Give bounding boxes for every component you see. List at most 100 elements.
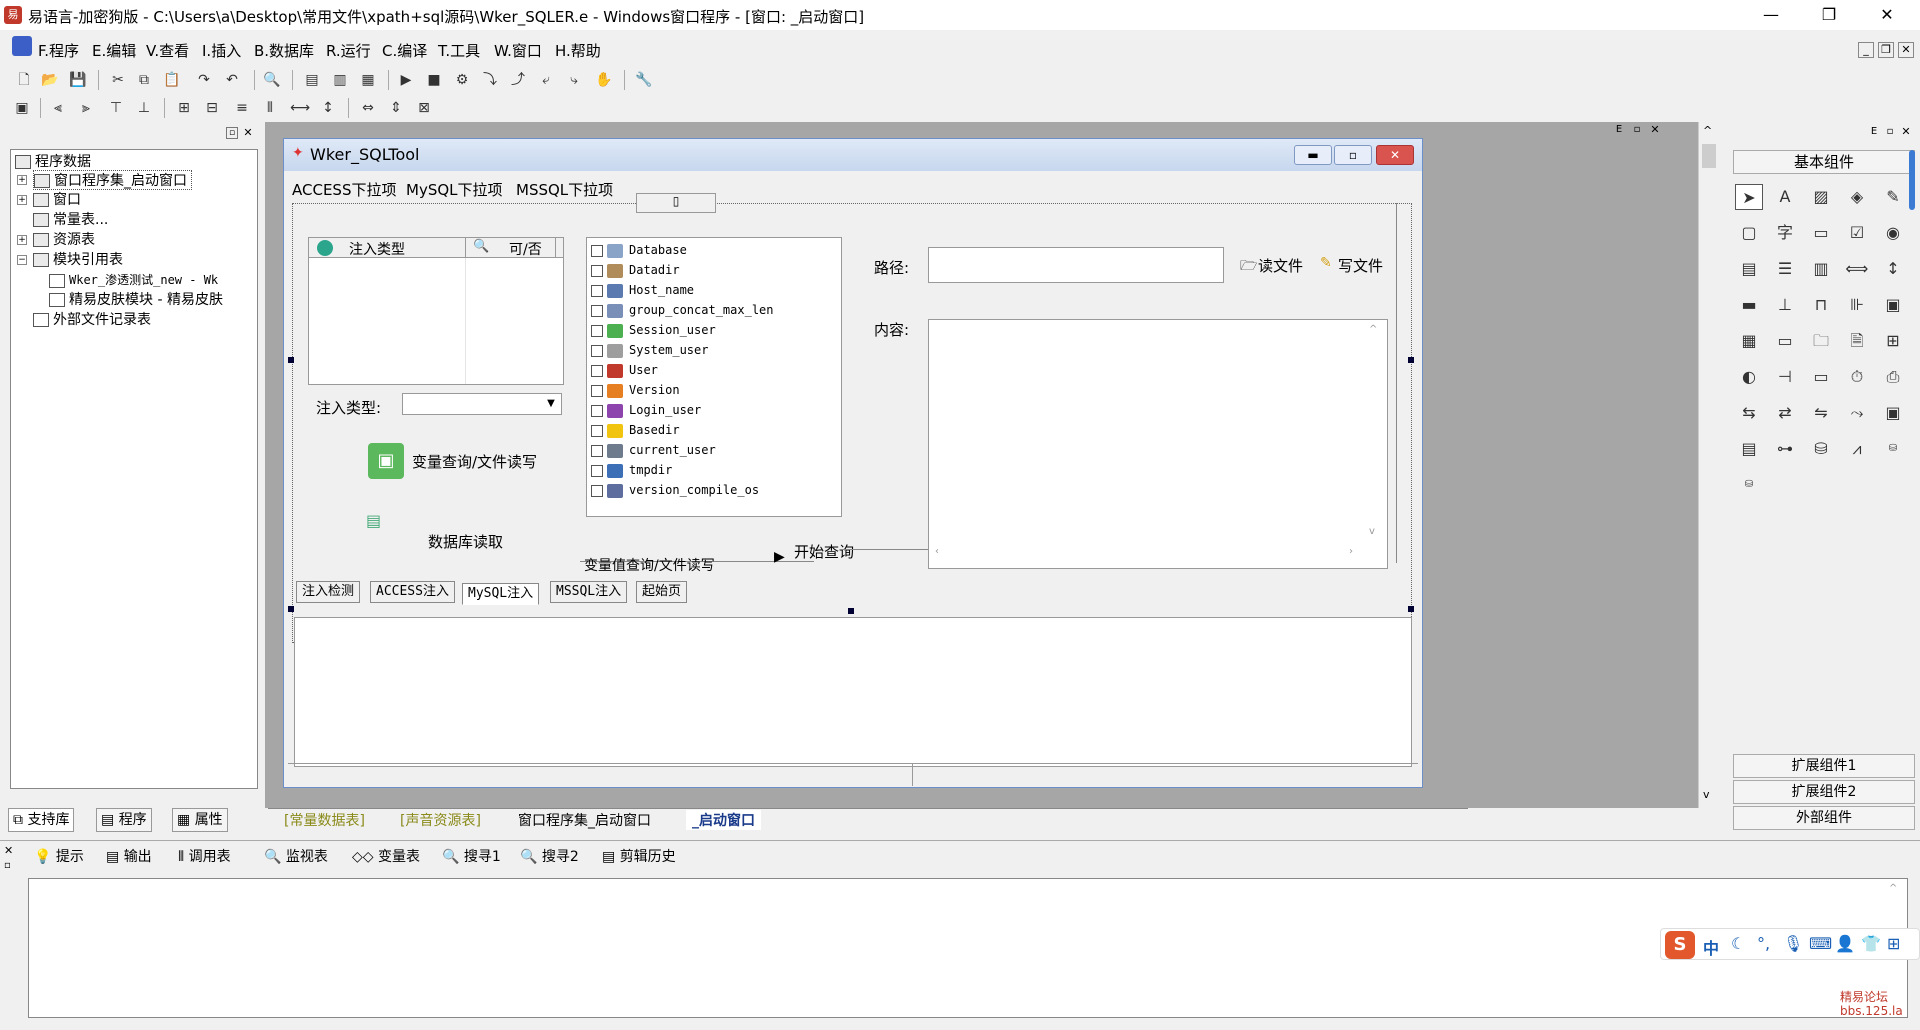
mdi-close-button[interactable]: ✕ [1898,42,1914,58]
tab-properties[interactable]: ▦ 属性 [172,808,228,832]
tab-control-icon[interactable]: ⊓ [1807,292,1835,318]
check-item-user[interactable]: User [591,360,658,380]
checkbox[interactable] [591,364,603,377]
step-into-icon[interactable]: ⤵ [480,70,500,90]
same-height-icon[interactable]: ⇕ [386,98,406,118]
checkbox[interactable] [591,444,603,457]
panel-scroll-thumb[interactable] [1909,150,1915,210]
text-icon[interactable]: 字 [1771,220,1799,246]
check-item-datadir[interactable]: Datadir [591,260,680,280]
same-width-icon[interactable]: ⇔ [358,98,378,118]
tab-mssql-inject[interactable]: MSSQL注入 [550,581,628,603]
tab-order-icon[interactable]: ▣ [12,98,32,118]
tree-collapse-icon[interactable]: − [17,255,27,265]
editor-tab-start-window[interactable]: _启动窗口 [686,810,761,830]
data-source-icon[interactable]: ⇆ [1735,400,1763,426]
shape-icon[interactable]: ◈ [1843,184,1871,210]
menu-run[interactable]: R.运行 [326,40,371,61]
open-folder-icon[interactable]: 📂 [40,70,60,90]
file-box-icon[interactable]: 🗎 [1843,328,1871,354]
checkbox[interactable] [591,284,603,297]
scroll-up-icon[interactable]: ^ [1369,324,1377,335]
vscroll-icon[interactable]: ↕ [1879,256,1907,282]
checkbox[interactable] [591,384,603,397]
user-icon[interactable]: 👤 [1835,934,1855,953]
log-output-box[interactable] [294,617,1412,767]
timer-icon[interactable]: ⏱ [1843,364,1871,390]
edit-icon[interactable]: ✎ [1879,184,1907,210]
form-minimize-button[interactable]: ▬ [1294,145,1332,165]
save-icon[interactable]: 💾 [68,70,88,90]
run-to-cursor-icon[interactable]: ⤷ [564,70,584,90]
layout-2-icon[interactable]: ▥ [330,70,350,90]
content-textarea[interactable]: ^ v ‹ › [928,319,1388,569]
bottom-tab-clip-history[interactable]: ▤ 剪辑历史 [602,846,676,866]
panel-pin-icon[interactable]: E [1867,126,1881,138]
odbc-icon[interactable]: ⛁ [1879,436,1907,462]
radio-icon[interactable]: ◉ [1879,220,1907,246]
menu-database[interactable]: B.数据库 [254,40,314,61]
color-picker-icon[interactable]: ◐ [1735,364,1763,390]
layout-1-icon[interactable]: ▤ [302,70,322,90]
chart-component-icon[interactable]: ⩘ [1843,436,1871,462]
redo-icon[interactable]: ↷ [194,70,214,90]
tree-component-icon[interactable]: ⊶ [1771,436,1799,462]
data-link-icon[interactable]: ⇋ [1807,400,1835,426]
menu-insert[interactable]: I.插入 [202,40,241,61]
microphone-icon[interactable]: 🎙 [1783,934,1803,953]
selection-handle[interactable] [848,608,854,614]
copy-icon[interactable]: ⧉ [134,70,154,90]
sogou-logo-icon[interactable]: S [1665,931,1695,959]
center-vertical-icon[interactable]: ⊟ [202,98,222,118]
tree-item-module-refs[interactable]: 模块引用表 [33,250,123,270]
form-close-button[interactable]: ✕ [1376,145,1414,165]
check-item-version[interactable]: Version [591,380,680,400]
step-over-icon[interactable]: ⤴ [508,70,528,90]
tree-item-window-assembly[interactable]: 窗口程序集_启动窗口 [33,170,192,190]
pointer-icon[interactable]: ➤ [1735,184,1763,210]
hscroll-icon[interactable]: ⟺ [1843,256,1871,282]
ime-language-toggle[interactable]: 中 [1703,935,1719,959]
mdi-minimize-button[interactable]: _ [1858,42,1874,58]
panel-close-icon[interactable]: ✕ [1899,126,1913,138]
check-item-tmpdir[interactable]: tmpdir [591,460,672,480]
panel-dock-icon[interactable]: ▫ [226,127,238,139]
scroll-up-icon[interactable]: ^ [1703,124,1712,137]
scroll-down-icon[interactable]: v [1369,526,1375,537]
checkbox[interactable] [591,324,603,337]
checkbox[interactable] [591,344,603,357]
tree-root[interactable]: 程序数据 [15,152,91,172]
selection-handle[interactable] [1408,606,1414,612]
inject-type-select[interactable]: ▼ [402,393,562,415]
column-header-type[interactable]: 注入类型 [349,239,405,259]
button-icon[interactable]: ▭ [1807,220,1835,246]
bottom-tab-output[interactable]: ▤ 输出 [106,846,152,866]
checkbox[interactable] [591,244,603,257]
variable-checklist[interactable]: Database Datadir Host_name group_concat_… [586,237,842,517]
step-out-icon[interactable]: ⤶ [536,70,556,90]
skin-icon[interactable]: 👕 [1861,934,1881,953]
center-horizontal-icon[interactable]: ⊞ [174,98,194,118]
label-icon[interactable]: A [1771,184,1799,210]
check-item-database[interactable]: Database [591,240,687,260]
odbc-data-icon[interactable]: ⛁ [1735,472,1763,498]
panel-close-icon[interactable]: ✕ [242,127,254,139]
check-item-session-user[interactable]: Session_user [591,320,716,340]
run-icon[interactable]: ▶ [396,70,416,90]
check-item-host-name[interactable]: Host_name [591,280,694,300]
equal-height-icon[interactable]: ↕ [318,98,338,118]
menu-view[interactable]: V.查看 [146,40,189,61]
var-query-icon[interactable]: ▣ [368,443,404,479]
same-size-icon[interactable]: ⊠ [414,98,434,118]
checkbox[interactable] [591,404,603,417]
check-item-version-compile-os[interactable]: version_compile_os [591,480,759,500]
wizard-icon[interactable]: 🔧 [634,70,654,90]
bottom-tab-search-1[interactable]: 🔍 搜寻1 [442,846,501,866]
menu-edit[interactable]: E.编辑 [92,40,136,61]
path-input[interactable] [928,247,1224,283]
tab-program[interactable]: ▤ 程序 [96,808,152,832]
splitter-icon[interactable]: ⊪ [1843,292,1871,318]
form-maximize-button[interactable]: ▫ [1334,145,1372,165]
hand-icon[interactable]: ✋ [594,70,614,90]
find-icon[interactable]: 🔍 [262,70,282,90]
